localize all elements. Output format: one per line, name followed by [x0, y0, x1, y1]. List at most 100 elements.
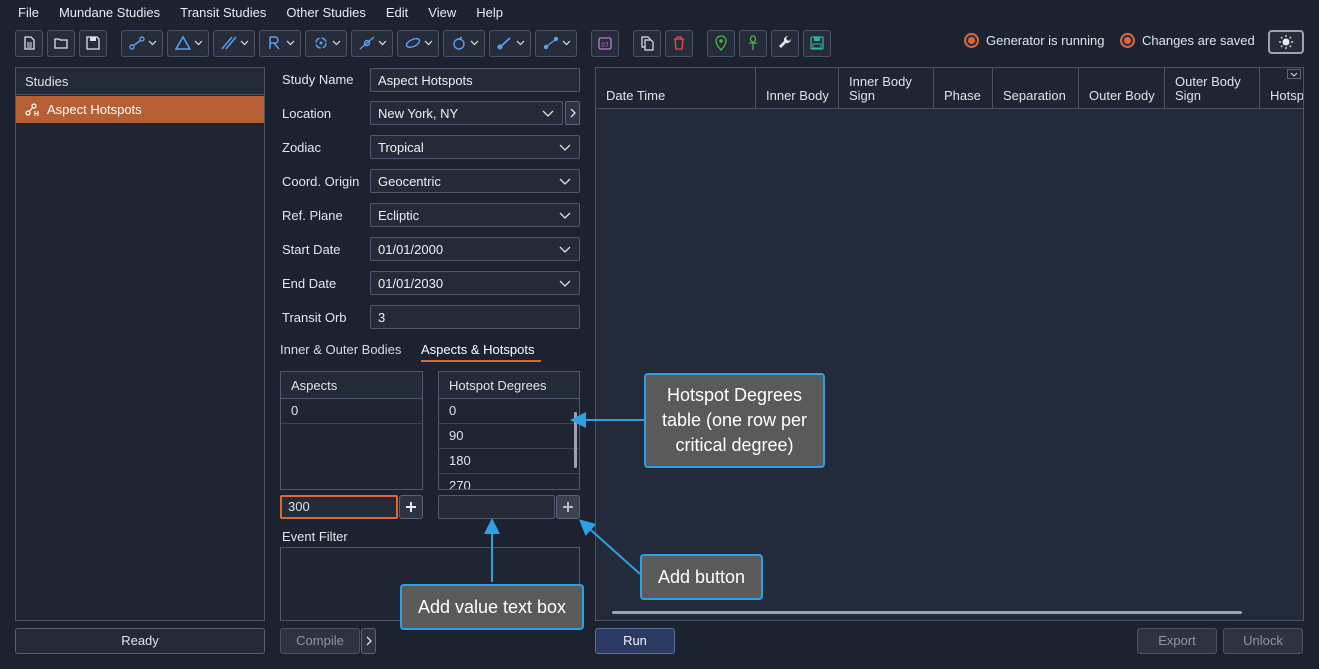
ready-status-button[interactable]: Ready: [15, 628, 265, 654]
location-expand-button[interactable]: [565, 101, 580, 125]
study-name-value: Aspect Hotspots: [378, 72, 473, 88]
transit-orb-label: Transit Orb: [282, 310, 347, 325]
folder-icon: [54, 38, 68, 49]
run-button[interactable]: Run: [595, 628, 675, 654]
midpoint-tool-dropdown[interactable]: [351, 29, 393, 57]
location-label: Location: [282, 106, 332, 121]
zodiac-select[interactable]: Tropical: [370, 135, 580, 159]
column-outer-body[interactable]: Outer Body: [1079, 68, 1165, 108]
menu-view[interactable]: View: [418, 0, 466, 26]
export-button[interactable]: Export: [1137, 628, 1217, 654]
results-grid-header: Date Time Inner Body Inner Body Sign Pha…: [596, 68, 1303, 109]
column-separation[interactable]: Separation: [993, 68, 1079, 108]
chevron-right-icon: [570, 108, 576, 118]
column-outer-body-sign[interactable]: Outer Body Sign: [1165, 68, 1260, 108]
new-file-button[interactable]: [15, 29, 43, 57]
disk-icon: [810, 36, 824, 50]
menu-transit-studies[interactable]: Transit Studies: [170, 0, 276, 26]
location-select[interactable]: New York, NY: [370, 101, 563, 125]
menu-file[interactable]: File: [8, 0, 49, 26]
chevron-down-icon: [559, 212, 571, 219]
chevron-down-icon: [559, 246, 571, 253]
tab-inner-outer-bodies[interactable]: Inner & Outer Bodies: [280, 342, 401, 357]
study-name-input[interactable]: Aspect Hotspots: [370, 68, 580, 92]
compile-button[interactable]: Compile: [280, 628, 360, 654]
chevron-down-icon: [542, 110, 554, 117]
aspect-value-input[interactable]: 300: [280, 495, 398, 519]
plus-icon: [563, 502, 573, 512]
column-phase[interactable]: Phase: [934, 68, 993, 108]
coord-origin-label: Coord. Origin: [282, 174, 360, 189]
start-date-label: Start Date: [282, 242, 341, 257]
chevron-down-icon: [516, 40, 524, 46]
open-folder-button[interactable]: [47, 29, 75, 57]
start-date-picker[interactable]: 01/01/2000: [370, 237, 580, 261]
orbit-tool-dropdown[interactable]: [397, 29, 439, 57]
settings-button[interactable]: [771, 29, 799, 57]
aspects-table-header: Aspects: [281, 372, 422, 399]
save-button[interactable]: [79, 29, 107, 57]
column-menu-button[interactable]: [1287, 69, 1301, 79]
column-inner-body[interactable]: Inner Body: [756, 68, 839, 108]
end-date-picker[interactable]: 01/01/2030: [370, 271, 580, 295]
database-save-button[interactable]: [803, 29, 831, 57]
trash-icon: [674, 36, 684, 50]
cycle-tool-dropdown[interactable]: [305, 29, 347, 57]
table-row[interactable]: 0: [281, 399, 422, 424]
transit-orb-input[interactable]: 3: [370, 305, 580, 329]
svg-text:07: 07: [601, 42, 609, 49]
chart-tool-dropdown[interactable]: [121, 29, 163, 57]
hotspot-table-scrollbar[interactable]: [574, 412, 577, 468]
zodiac-label: Zodiac: [282, 140, 322, 155]
ankh-button[interactable]: [739, 29, 767, 57]
event-filter-label: Event Filter: [282, 529, 348, 544]
wrench-icon: [779, 35, 792, 48]
menu-help[interactable]: Help: [466, 0, 513, 26]
aspect-tool-dropdown[interactable]: [167, 29, 209, 57]
table-row[interactable]: 270: [439, 474, 579, 489]
tab-aspects-hotspots[interactable]: Aspects & Hotspots: [421, 342, 534, 357]
ref-plane-select[interactable]: Ecliptic: [370, 203, 580, 227]
line-points-icon: [128, 36, 145, 50]
studies-header: Studies: [16, 68, 264, 95]
table-row[interactable]: 180: [439, 449, 579, 474]
transit-orb-value: 3: [378, 309, 386, 325]
hotspot-table-header: Hotspot Degrees: [439, 372, 579, 399]
connect-tool-dropdown[interactable]: [535, 29, 577, 57]
active-tab-indicator: [421, 360, 541, 362]
ref-plane-value: Ecliptic: [378, 207, 420, 223]
delete-button[interactable]: [665, 29, 693, 57]
callout-hotspot-table: Hotspot Degrees table (one row per criti…: [644, 373, 825, 468]
coord-origin-select[interactable]: Geocentric: [370, 169, 580, 193]
retrograde-tool-dropdown[interactable]: [259, 29, 301, 57]
start-date-value: 01/01/2000: [378, 241, 444, 257]
hotspot-value-input[interactable]: [438, 495, 555, 519]
save-icon: [86, 36, 100, 50]
menu-edit[interactable]: Edit: [376, 0, 418, 26]
menu-mundane-studies[interactable]: Mundane Studies: [49, 0, 170, 26]
parallel-tool-dropdown[interactable]: [213, 29, 255, 57]
results-grid-scrollbar[interactable]: [612, 611, 1242, 614]
eclipse-tool-dropdown[interactable]: [443, 29, 485, 57]
theme-toggle-button[interactable]: [1268, 30, 1304, 54]
copy-button[interactable]: [633, 29, 661, 57]
generator-status-label: Generator is running: [986, 33, 1105, 48]
station-tool-dropdown[interactable]: [489, 29, 531, 57]
add-aspect-button[interactable]: [399, 495, 423, 519]
compile-expand-button[interactable]: [361, 628, 376, 654]
location-button[interactable]: [707, 29, 735, 57]
table-row[interactable]: 90: [439, 424, 579, 449]
chevron-down-icon: [332, 40, 340, 46]
studies-panel: Studies Aspect Hotspots: [15, 67, 265, 621]
unlock-button[interactable]: Unlock: [1223, 628, 1303, 654]
table-row[interactable]: 0: [439, 399, 579, 424]
study-item-aspect-hotspots[interactable]: Aspect Hotspots: [16, 96, 264, 123]
cycle-icon: [314, 37, 327, 49]
column-date-time[interactable]: Date Time: [596, 68, 756, 108]
column-inner-body-sign[interactable]: Inner Body Sign: [839, 68, 934, 108]
add-hotspot-button[interactable]: [556, 495, 580, 519]
menu-other-studies[interactable]: Other Studies: [276, 0, 376, 26]
menu-bar: File Mundane Studies Transit Studies Oth…: [0, 0, 1319, 26]
sun-icon: [1279, 35, 1293, 49]
calendar-button[interactable]: 07: [591, 29, 619, 57]
